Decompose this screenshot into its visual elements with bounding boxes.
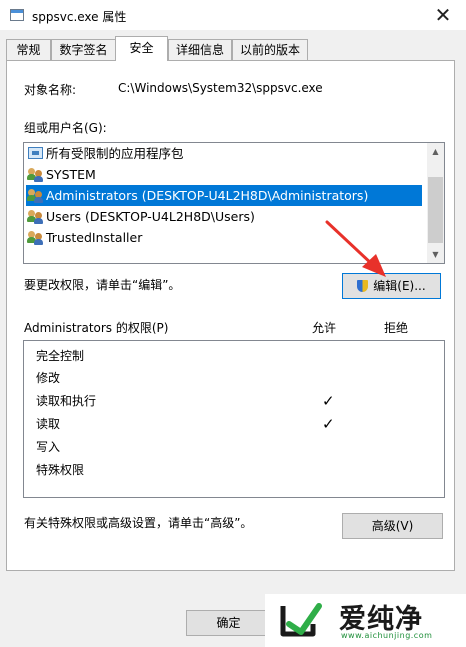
watermark-url: www.aichunjing.com [341, 631, 433, 640]
tab-security[interactable]: 安全 [115, 36, 168, 61]
annotation-arrow-icon [325, 220, 386, 277]
watermark: 爱纯净 www.aichunjing.com [265, 594, 466, 647]
watermark-logo-icon [280, 603, 322, 637]
